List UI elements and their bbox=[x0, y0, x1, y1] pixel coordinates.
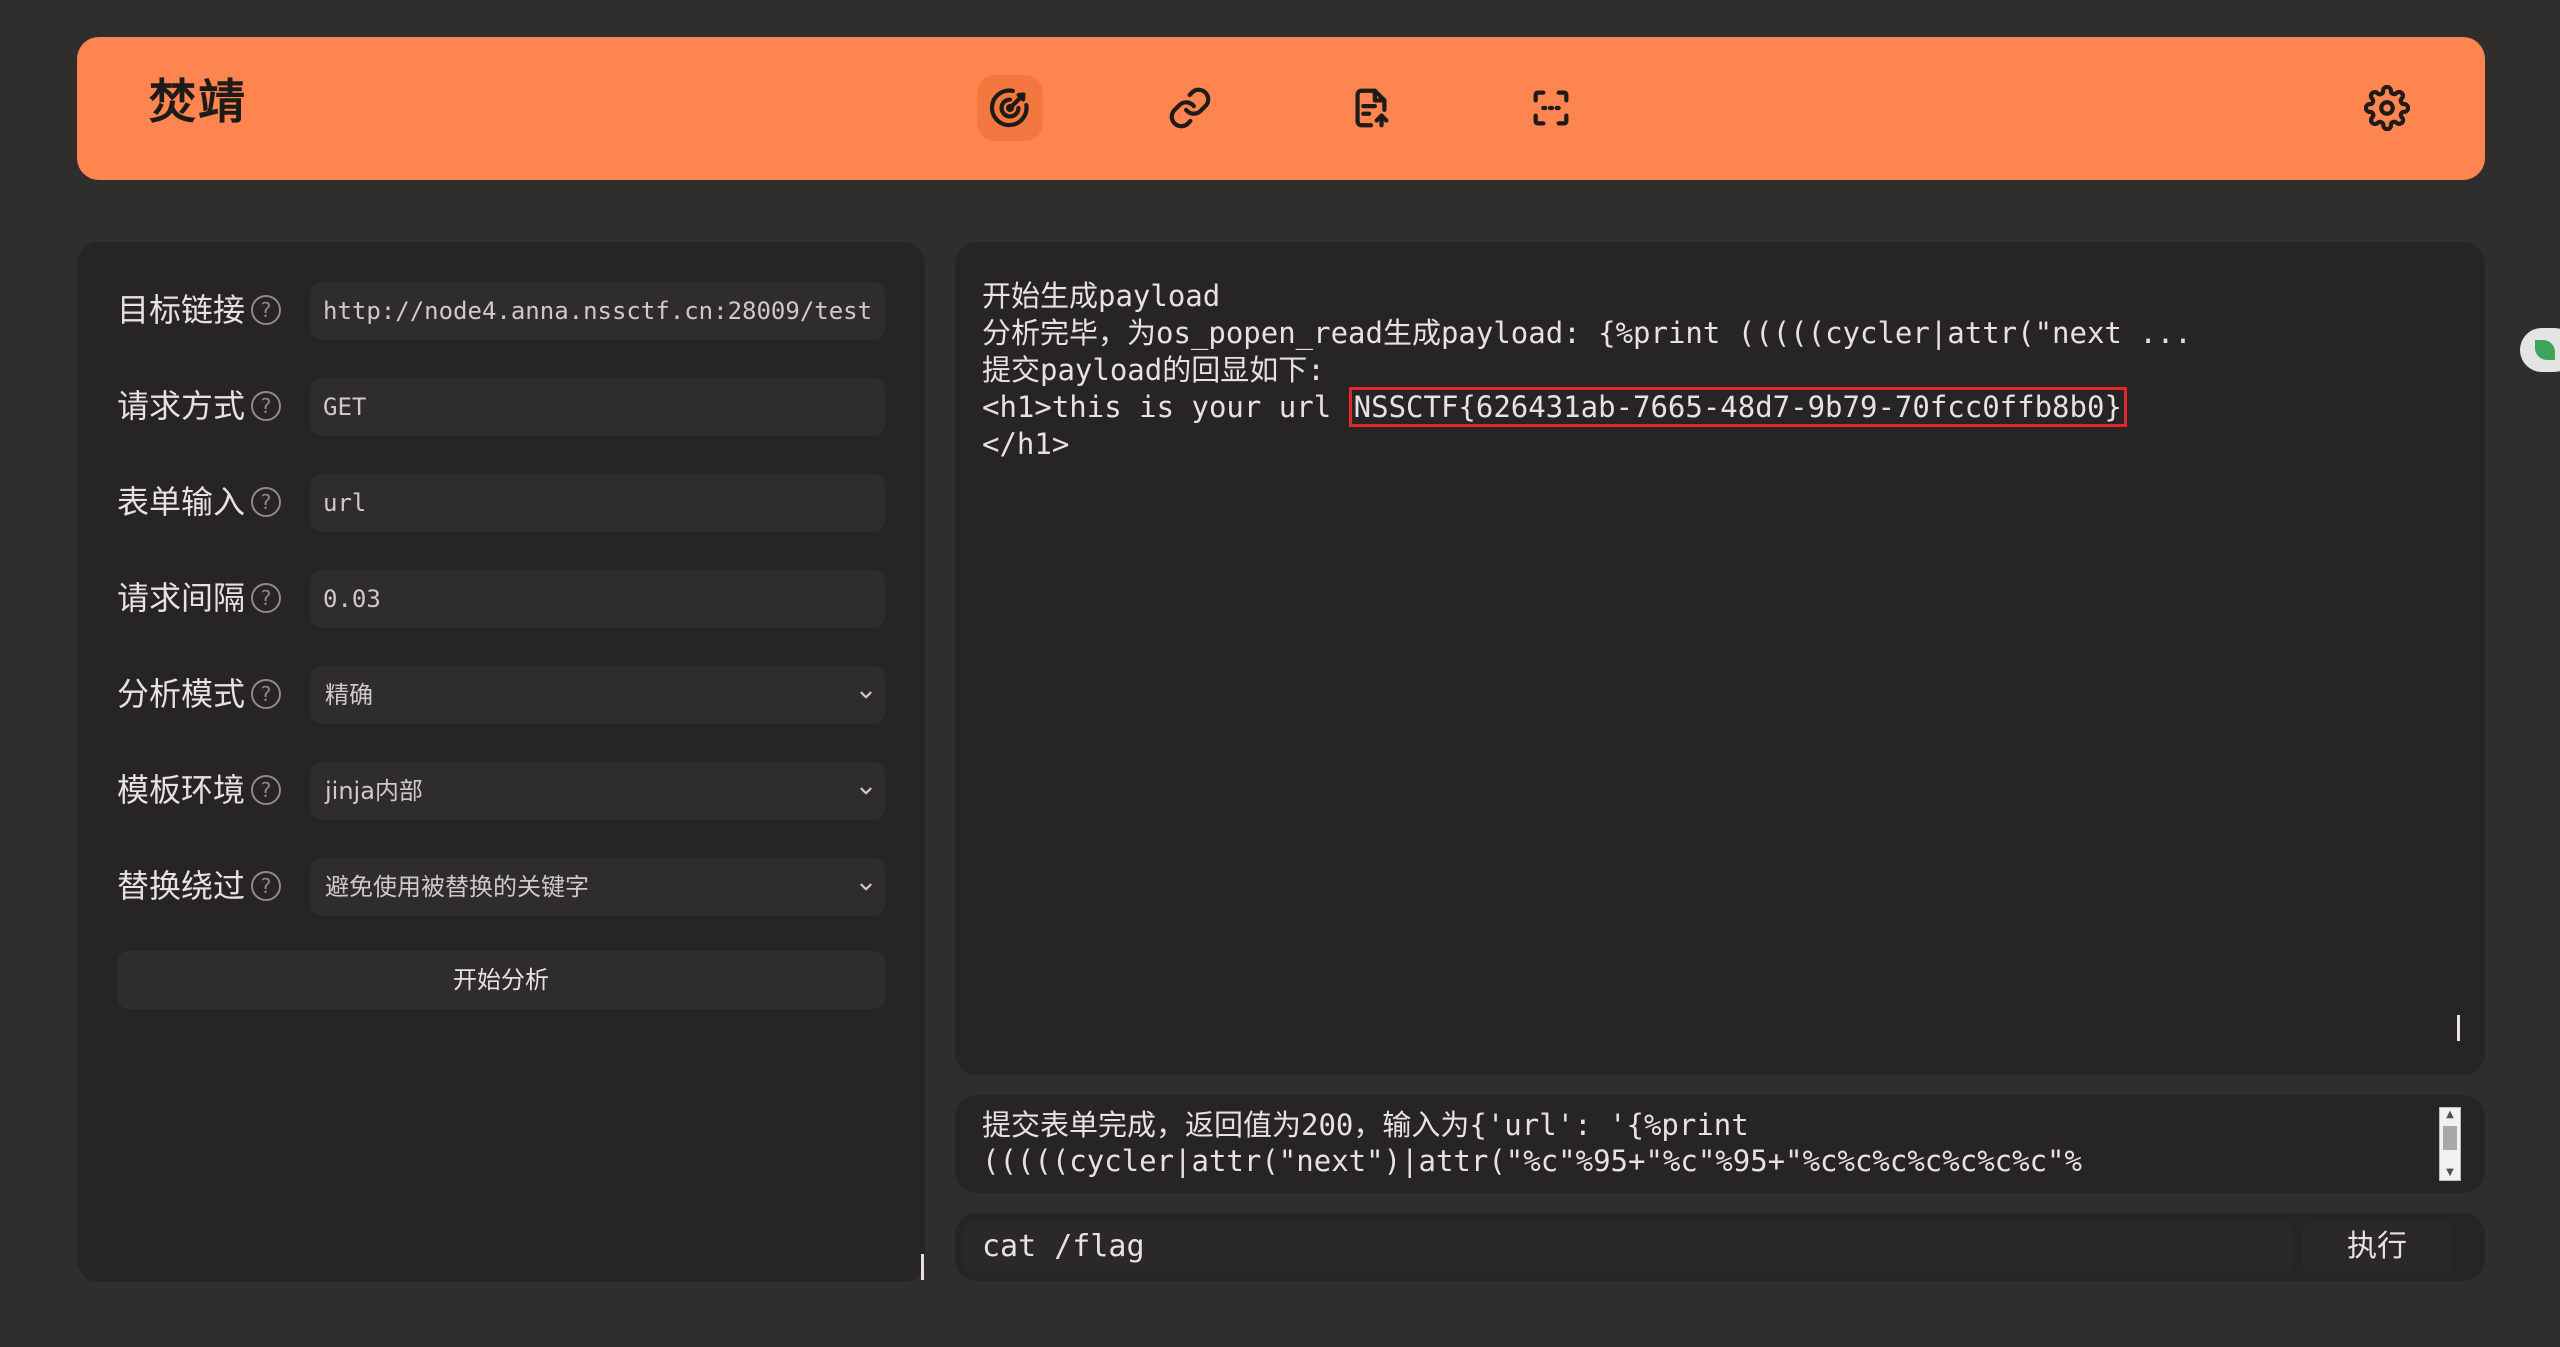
target-icon bbox=[989, 88, 1029, 128]
help-icon[interactable]: ? bbox=[251, 679, 281, 709]
top-bar: 焚靖 bbox=[77, 37, 2485, 180]
form-input-field[interactable]: url bbox=[310, 474, 885, 532]
output-line: 提交payload的回显如下: bbox=[982, 353, 1325, 387]
status-scrollbar[interactable]: ▲ ▼ bbox=[2439, 1107, 2461, 1181]
resize-cursor-mark bbox=[921, 1254, 924, 1280]
scroll-down-icon[interactable]: ▼ bbox=[2440, 1166, 2460, 1180]
analysis-mode-value: 精确 bbox=[325, 681, 373, 709]
interval-input[interactable]: 0.03 bbox=[310, 570, 885, 628]
nav-target-button[interactable] bbox=[977, 75, 1043, 141]
help-icon[interactable]: ? bbox=[251, 775, 281, 805]
chevron-down-icon bbox=[860, 691, 872, 699]
template-env-label: 模板环境 bbox=[117, 771, 246, 809]
output-line-prefix: <h1>this is your url bbox=[982, 390, 1349, 424]
settings-button[interactable] bbox=[2354, 75, 2420, 141]
form-input-label: 表单输入 bbox=[117, 483, 246, 521]
status-log: 提交表单完成，返回值为200，输入为{'url': '{%print (((((c… bbox=[982, 1107, 2402, 1179]
form-row-form-input: 表单输入 ? url bbox=[117, 474, 885, 532]
scroll-up-icon[interactable]: ▲ bbox=[2440, 1108, 2460, 1122]
chevron-down-icon bbox=[860, 787, 872, 795]
help-icon[interactable]: ? bbox=[251, 487, 281, 517]
form-row-template-env: 模板环境 ? jinja内部 bbox=[117, 762, 885, 820]
analysis-mode-label: 分析模式 bbox=[117, 675, 246, 713]
form-row-target-url: 目标链接 ? http://node4.anna.nssctf.cn:28009… bbox=[117, 282, 885, 340]
status-panel: 提交表单完成，返回值为200，输入为{'url': '{%print (((((c… bbox=[955, 1095, 2485, 1193]
replace-bypass-label: 替换绕过 bbox=[117, 867, 246, 905]
help-icon[interactable]: ? bbox=[251, 583, 281, 613]
help-icon[interactable]: ? bbox=[251, 391, 281, 421]
command-input[interactable]: cat /flag bbox=[963, 1221, 2293, 1273]
output-line: <h1>this is your url NSSCTF{626431ab-766… bbox=[982, 387, 2192, 427]
help-icon[interactable]: ? bbox=[251, 871, 281, 901]
gear-icon bbox=[2364, 85, 2410, 131]
start-analysis-button[interactable]: 开始分析 bbox=[117, 951, 885, 1009]
output-line: </h1> bbox=[982, 427, 1070, 461]
method-label: 请求方式 bbox=[117, 387, 246, 425]
help-icon[interactable]: ? bbox=[251, 295, 281, 325]
status-line: 提交表单完成，返回值为200，输入为{'url': '{%print bbox=[982, 1108, 1749, 1142]
replace-bypass-value: 避免使用被替换的关键字 bbox=[325, 873, 589, 901]
analysis-mode-select[interactable]: 精确 bbox=[310, 666, 885, 724]
flag-highlight: NSSCTF{626431ab-7665-48d7-9b79-70fcc0ffb… bbox=[1348, 387, 2127, 427]
form-row-analysis-mode: 分析模式 ? 精确 bbox=[117, 666, 885, 724]
file-upload-icon bbox=[1355, 88, 1389, 128]
output-panel: 开始生成payload 分析完毕，为os_popen_read生成payload:… bbox=[955, 242, 2485, 1075]
form-row-interval: 请求间隔 ? 0.03 bbox=[117, 570, 885, 628]
interval-label: 请求间隔 bbox=[117, 579, 246, 617]
nav-file-upload-button[interactable] bbox=[1338, 75, 1404, 141]
leaf-icon bbox=[2535, 340, 2555, 360]
command-panel: cat /flag 执行 bbox=[955, 1213, 2485, 1281]
config-panel: 目标链接 ? http://node4.anna.nssctf.cn:28009… bbox=[77, 242, 925, 1282]
status-line: (((((cycler|attr("next")|attr("%c"%95+"%… bbox=[982, 1144, 2082, 1178]
target-url-label: 目标链接 bbox=[117, 291, 246, 329]
nav-link-button[interactable] bbox=[1157, 75, 1223, 141]
form-row-method: 请求方式 ? GET bbox=[117, 378, 885, 436]
chevron-down-icon bbox=[860, 883, 872, 891]
scroll-thumb[interactable] bbox=[2443, 1126, 2457, 1150]
output-line: 分析完毕，为os_popen_read生成payload: {%print ((… bbox=[982, 316, 2192, 350]
app-title: 焚靖 bbox=[149, 75, 247, 130]
output-log: 开始生成payload 分析完毕，为os_popen_read生成payload:… bbox=[982, 278, 2192, 463]
method-input[interactable]: GET bbox=[310, 378, 885, 436]
template-env-value: jinja内部 bbox=[325, 777, 423, 805]
target-url-input[interactable]: http://node4.anna.nssctf.cn:28009/test bbox=[310, 282, 885, 340]
template-env-select[interactable]: jinja内部 bbox=[310, 762, 885, 820]
nav-scan-button[interactable] bbox=[1518, 75, 1584, 141]
output-line: 开始生成payload bbox=[982, 279, 1221, 313]
floating-extension-button[interactable] bbox=[2520, 328, 2560, 372]
scan-icon bbox=[1533, 90, 1569, 126]
replace-bypass-select[interactable]: 避免使用被替换的关键字 bbox=[310, 858, 885, 916]
text-cursor-mark bbox=[2457, 1015, 2460, 1041]
link-icon bbox=[1169, 87, 1211, 129]
execute-button[interactable]: 执行 bbox=[2302, 1221, 2452, 1273]
form-row-replace-bypass: 替换绕过 ? 避免使用被替换的关键字 bbox=[117, 858, 885, 916]
